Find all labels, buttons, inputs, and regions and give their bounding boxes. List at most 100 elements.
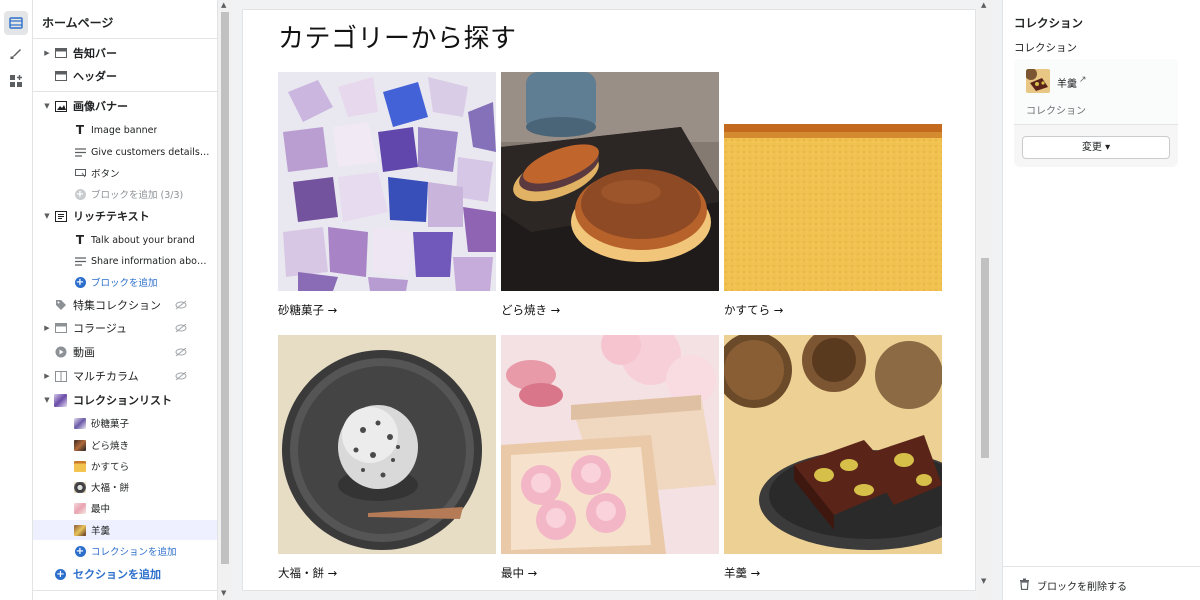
- collection-thumbnail: [74, 524, 86, 536]
- hidden-eye-icon[interactable]: [175, 300, 187, 310]
- sidebar-scrollbar[interactable]: ▲ ▼: [218, 0, 232, 600]
- section-video[interactable]: 動画: [33, 342, 217, 362]
- block-label: 羊羹: [91, 526, 111, 537]
- block-collection-dorayaki[interactable]: どら焼き: [33, 435, 217, 455]
- sections-sidebar: ホームページ ▶ 告知バー ヘッダー ▼ 画像バナー T Image banne…: [33, 0, 218, 600]
- collection-card-label[interactable]: どら焼き →: [501, 302, 560, 318]
- block-label: 大福・餅: [91, 483, 130, 494]
- block-image-banner-heading[interactable]: T Image banner: [33, 120, 217, 140]
- collection-image: [501, 72, 719, 291]
- text-icon: T: [75, 233, 85, 247]
- preview-canvas: カテゴリーから探す 砂糖菓子 → どら焼き → かすてら → 大福・餅 → 最中…: [232, 0, 992, 600]
- columns-icon: [54, 370, 67, 383]
- block-collection-monaka[interactable]: 最中: [33, 498, 217, 518]
- block-rich-text-text[interactable]: Share information about y...: [33, 251, 217, 271]
- storefront-preview: カテゴリーから探す 砂糖菓子 → どら焼き → かすてら → 大福・餅 → 最中…: [243, 10, 975, 590]
- add-collection-button[interactable]: + コレクションを追加: [33, 541, 217, 561]
- section-rich-text[interactable]: ▼ リッチテキスト: [33, 206, 217, 226]
- scroll-up-icon[interactable]: ▲: [221, 1, 226, 9]
- section-collage[interactable]: ▶ コラージュ: [33, 318, 217, 338]
- collection-card-daifuku[interactable]: 大福・餅 →: [278, 335, 496, 580]
- section-label: リッチテキスト: [73, 210, 150, 223]
- external-link-icon[interactable]: ↗: [1079, 75, 1087, 85]
- divider: [33, 590, 217, 591]
- collection-list-icon: [54, 393, 67, 407]
- collection-card-yokan[interactable]: 羊羹 →: [724, 335, 942, 580]
- block-collection-daifuku[interactable]: 大福・餅: [33, 477, 217, 497]
- hidden-eye-icon[interactable]: [175, 371, 187, 381]
- block-collection-kasutera[interactable]: かすてら: [33, 456, 217, 476]
- collection-thumbnail: [74, 460, 86, 472]
- caret-down-icon[interactable]: ▼: [44, 102, 50, 110]
- app-embeds-icon[interactable]: [4, 69, 28, 93]
- collection-image: [278, 72, 496, 291]
- collection-card-label[interactable]: 砂糖菓子 →: [278, 302, 337, 318]
- collection-card-dorayaki[interactable]: どら焼き →: [501, 72, 719, 317]
- block-settings-panel: コレクション コレクション 羊羹 ↗ コレクション 変更 ▾ ブロックを削除する: [1002, 0, 1200, 600]
- collection-card-label[interactable]: 最中 →: [501, 565, 537, 581]
- editor-icon-rail: [0, 0, 33, 600]
- caret-down-icon[interactable]: ▼: [44, 396, 50, 404]
- block-image-banner-text[interactable]: Give customers details abo...: [33, 142, 217, 162]
- delete-block-button[interactable]: ブロックを削除する: [1037, 578, 1127, 593]
- section-multicolumn[interactable]: ▶ マルチカラム: [33, 366, 217, 386]
- scroll-down-icon[interactable]: ▼: [221, 589, 226, 597]
- play-icon: [54, 346, 67, 359]
- caret-right-icon[interactable]: ▶: [44, 49, 50, 57]
- block-label: ボタン: [91, 169, 120, 180]
- theme-settings-brush-icon[interactable]: [4, 41, 28, 65]
- caret-right-icon[interactable]: ▶: [44, 324, 50, 332]
- collection-thumbnail: [74, 481, 86, 493]
- section-featured-collection[interactable]: 特集コレクション: [33, 295, 217, 315]
- section-announcement-bar[interactable]: ▶ 告知バー: [33, 43, 217, 63]
- trash-icon[interactable]: [1019, 578, 1030, 591]
- block-label: Give customers details abo...: [91, 146, 211, 158]
- preview-scrollbar[interactable]: ▲ ▼: [978, 0, 992, 600]
- section-collection-list[interactable]: ▼ コレクションリスト: [33, 390, 217, 410]
- collection-picker: 羊羹 ↗ コレクション 変更 ▾: [1014, 59, 1178, 167]
- section-label: 特集コレクション: [73, 299, 161, 312]
- block-collection-sato-gashi[interactable]: 砂糖菓子: [33, 413, 217, 433]
- section-label: 動画: [73, 346, 95, 359]
- scroll-up-icon[interactable]: ▲: [981, 1, 986, 9]
- caret-right-icon[interactable]: ▶: [44, 372, 50, 380]
- setting-label: コレクション: [1014, 42, 1077, 54]
- change-collection-button[interactable]: 変更 ▾: [1022, 136, 1170, 159]
- plus-circle-icon: +: [74, 188, 86, 200]
- section-label: コレクションリスト: [73, 394, 172, 407]
- collection-card-label[interactable]: 羊羹 →: [724, 565, 760, 581]
- sections-icon[interactable]: [4, 11, 28, 35]
- add-block-button[interactable]: + ブロックを追加: [33, 272, 217, 292]
- block-image-banner-button[interactable]: ボタン: [33, 163, 217, 183]
- section-label: セクションを追加: [73, 568, 161, 581]
- scrollbar-thumb[interactable]: [221, 12, 229, 564]
- collection-card-sato-gashi[interactable]: 砂糖菓子 →: [278, 72, 496, 317]
- collection-card-label[interactable]: 大福・餅 →: [278, 565, 337, 581]
- selected-collection-name[interactable]: 羊羹: [1057, 75, 1077, 90]
- collection-thumbnail: [74, 439, 86, 451]
- scrollbar-thumb[interactable]: [981, 258, 989, 458]
- collection-image: [278, 335, 496, 554]
- scroll-down-icon[interactable]: ▼: [981, 577, 986, 585]
- block-label: かすてら: [91, 462, 130, 473]
- block-rich-text-heading[interactable]: T Talk about your brand: [33, 230, 217, 250]
- collection-list-heading: カテゴリーから探す: [278, 24, 517, 54]
- image-icon: [54, 100, 67, 113]
- block-label: どら焼き: [91, 441, 130, 452]
- add-section-button[interactable]: + セクションを追加: [33, 564, 217, 584]
- collection-card-monaka[interactable]: 最中 →: [501, 335, 719, 580]
- block-label: ブロックを追加 (3/3): [91, 190, 184, 201]
- hidden-eye-icon[interactable]: [175, 347, 187, 357]
- collection-card-kasutera[interactable]: かすてら →: [724, 72, 942, 317]
- hidden-eye-icon[interactable]: [175, 323, 187, 333]
- block-collection-yokan[interactable]: 羊羹: [33, 520, 217, 540]
- caret-down-icon[interactable]: ▼: [44, 212, 50, 220]
- selected-collection: 羊羹 ↗ コレクション: [1014, 59, 1178, 125]
- section-header[interactable]: ヘッダー: [33, 66, 217, 86]
- announcement-bar-icon: [54, 47, 67, 60]
- collection-card-label[interactable]: かすてら →: [724, 302, 783, 318]
- divider: [33, 38, 217, 39]
- collection-thumbnail: [74, 502, 86, 514]
- section-image-banner[interactable]: ▼ 画像バナー: [33, 96, 217, 116]
- section-label: マルチカラム: [73, 370, 139, 383]
